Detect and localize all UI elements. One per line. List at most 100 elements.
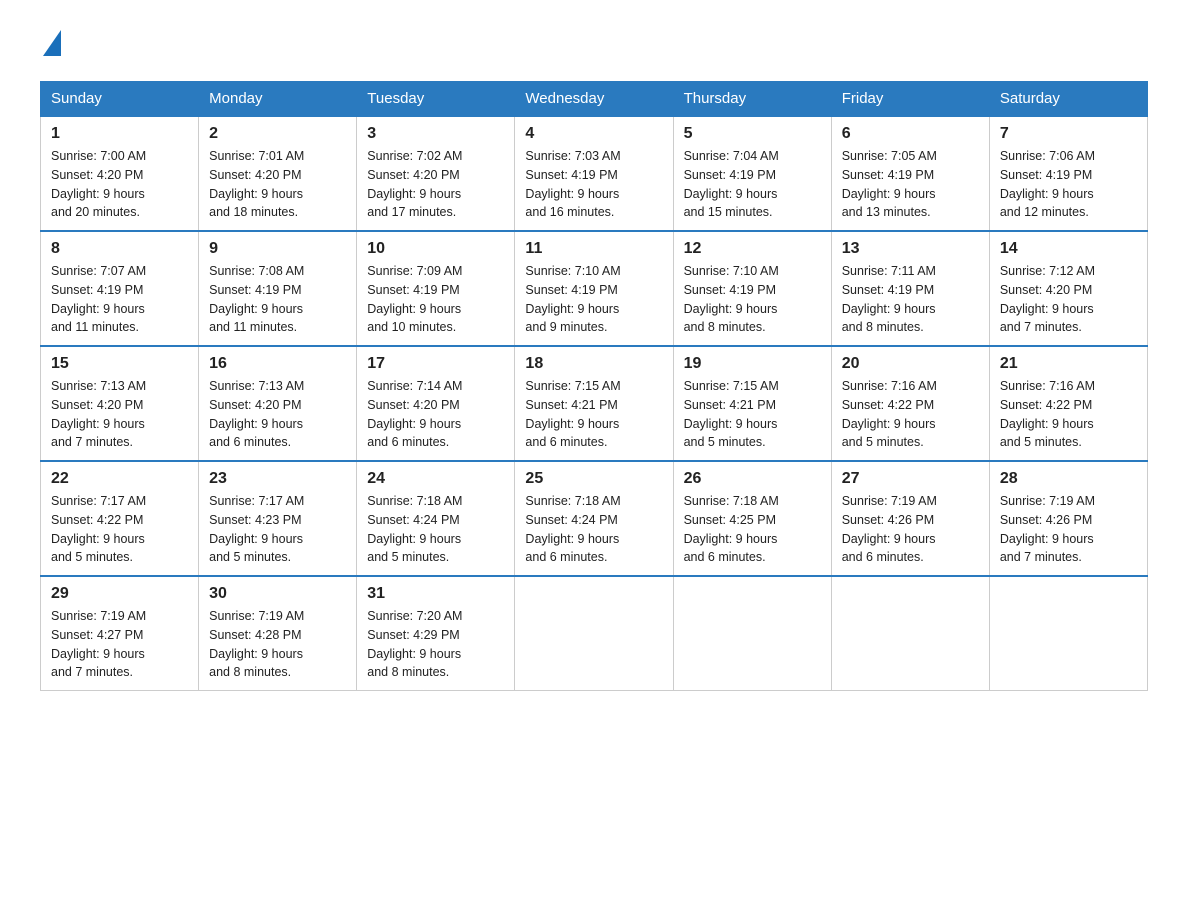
calendar-day-cell: 12 Sunrise: 7:10 AM Sunset: 4:19 PM Dayl… <box>673 231 831 346</box>
calendar-day-cell: 31 Sunrise: 7:20 AM Sunset: 4:29 PM Dayl… <box>357 576 515 691</box>
day-number: 5 <box>684 125 821 143</box>
day-number: 19 <box>684 355 821 373</box>
calendar-day-cell: 14 Sunrise: 7:12 AM Sunset: 4:20 PM Dayl… <box>989 231 1147 346</box>
calendar-day-cell: 24 Sunrise: 7:18 AM Sunset: 4:24 PM Dayl… <box>357 461 515 576</box>
header-row: Sunday Monday Tuesday Wednesday Thursday… <box>41 82 1148 117</box>
day-info: Sunrise: 7:04 AM Sunset: 4:19 PM Dayligh… <box>684 147 821 222</box>
day-number: 2 <box>209 125 346 143</box>
day-info: Sunrise: 7:13 AM Sunset: 4:20 PM Dayligh… <box>51 377 188 452</box>
calendar-day-cell: 8 Sunrise: 7:07 AM Sunset: 4:19 PM Dayli… <box>41 231 199 346</box>
day-info: Sunrise: 7:06 AM Sunset: 4:19 PM Dayligh… <box>1000 147 1137 222</box>
col-friday: Friday <box>831 82 989 117</box>
day-number: 26 <box>684 470 821 488</box>
day-info: Sunrise: 7:15 AM Sunset: 4:21 PM Dayligh… <box>684 377 821 452</box>
calendar-table: Sunday Monday Tuesday Wednesday Thursday… <box>40 81 1148 691</box>
day-number: 14 <box>1000 240 1137 258</box>
day-number: 9 <box>209 240 346 258</box>
calendar-day-cell: 17 Sunrise: 7:14 AM Sunset: 4:20 PM Dayl… <box>357 346 515 461</box>
day-info: Sunrise: 7:10 AM Sunset: 4:19 PM Dayligh… <box>525 262 662 337</box>
day-info: Sunrise: 7:00 AM Sunset: 4:20 PM Dayligh… <box>51 147 188 222</box>
day-number: 8 <box>51 240 188 258</box>
calendar-day-cell: 13 Sunrise: 7:11 AM Sunset: 4:19 PM Dayl… <box>831 231 989 346</box>
day-number: 4 <box>525 125 662 143</box>
day-info: Sunrise: 7:01 AM Sunset: 4:20 PM Dayligh… <box>209 147 346 222</box>
day-info: Sunrise: 7:20 AM Sunset: 4:29 PM Dayligh… <box>367 607 504 682</box>
day-info: Sunrise: 7:19 AM Sunset: 4:26 PM Dayligh… <box>842 492 979 567</box>
day-info: Sunrise: 7:17 AM Sunset: 4:22 PM Dayligh… <box>51 492 188 567</box>
day-number: 21 <box>1000 355 1137 373</box>
day-number: 10 <box>367 240 504 258</box>
page-header <box>40 30 1148 61</box>
day-info: Sunrise: 7:08 AM Sunset: 4:19 PM Dayligh… <box>209 262 346 337</box>
day-number: 6 <box>842 125 979 143</box>
day-info: Sunrise: 7:18 AM Sunset: 4:24 PM Dayligh… <box>367 492 504 567</box>
day-info: Sunrise: 7:18 AM Sunset: 4:24 PM Dayligh… <box>525 492 662 567</box>
calendar-day-cell: 7 Sunrise: 7:06 AM Sunset: 4:19 PM Dayli… <box>989 116 1147 231</box>
calendar-day-cell <box>831 576 989 691</box>
day-number: 17 <box>367 355 504 373</box>
day-info: Sunrise: 7:19 AM Sunset: 4:27 PM Dayligh… <box>51 607 188 682</box>
day-info: Sunrise: 7:18 AM Sunset: 4:25 PM Dayligh… <box>684 492 821 567</box>
col-wednesday: Wednesday <box>515 82 673 117</box>
day-info: Sunrise: 7:16 AM Sunset: 4:22 PM Dayligh… <box>842 377 979 452</box>
day-number: 12 <box>684 240 821 258</box>
day-number: 11 <box>525 240 662 258</box>
calendar-day-cell: 25 Sunrise: 7:18 AM Sunset: 4:24 PM Dayl… <box>515 461 673 576</box>
day-number: 18 <box>525 355 662 373</box>
day-number: 7 <box>1000 125 1137 143</box>
calendar-week-row: 8 Sunrise: 7:07 AM Sunset: 4:19 PM Dayli… <box>41 231 1148 346</box>
calendar-day-cell: 20 Sunrise: 7:16 AM Sunset: 4:22 PM Dayl… <box>831 346 989 461</box>
calendar-day-cell: 9 Sunrise: 7:08 AM Sunset: 4:19 PM Dayli… <box>199 231 357 346</box>
calendar-day-cell: 11 Sunrise: 7:10 AM Sunset: 4:19 PM Dayl… <box>515 231 673 346</box>
calendar-day-cell <box>989 576 1147 691</box>
col-tuesday: Tuesday <box>357 82 515 117</box>
calendar-day-cell: 23 Sunrise: 7:17 AM Sunset: 4:23 PM Dayl… <box>199 461 357 576</box>
day-info: Sunrise: 7:14 AM Sunset: 4:20 PM Dayligh… <box>367 377 504 452</box>
day-info: Sunrise: 7:19 AM Sunset: 4:28 PM Dayligh… <box>209 607 346 682</box>
day-info: Sunrise: 7:02 AM Sunset: 4:20 PM Dayligh… <box>367 147 504 222</box>
day-number: 29 <box>51 585 188 603</box>
day-info: Sunrise: 7:10 AM Sunset: 4:19 PM Dayligh… <box>684 262 821 337</box>
day-number: 1 <box>51 125 188 143</box>
day-number: 28 <box>1000 470 1137 488</box>
day-info: Sunrise: 7:16 AM Sunset: 4:22 PM Dayligh… <box>1000 377 1137 452</box>
calendar-day-cell: 26 Sunrise: 7:18 AM Sunset: 4:25 PM Dayl… <box>673 461 831 576</box>
calendar-day-cell: 6 Sunrise: 7:05 AM Sunset: 4:19 PM Dayli… <box>831 116 989 231</box>
col-sunday: Sunday <box>41 82 199 117</box>
calendar-header: Sunday Monday Tuesday Wednesday Thursday… <box>41 82 1148 117</box>
calendar-day-cell: 27 Sunrise: 7:19 AM Sunset: 4:26 PM Dayl… <box>831 461 989 576</box>
calendar-day-cell: 1 Sunrise: 7:00 AM Sunset: 4:20 PM Dayli… <box>41 116 199 231</box>
calendar-day-cell: 10 Sunrise: 7:09 AM Sunset: 4:19 PM Dayl… <box>357 231 515 346</box>
day-number: 3 <box>367 125 504 143</box>
day-info: Sunrise: 7:15 AM Sunset: 4:21 PM Dayligh… <box>525 377 662 452</box>
calendar-day-cell: 18 Sunrise: 7:15 AM Sunset: 4:21 PM Dayl… <box>515 346 673 461</box>
calendar-day-cell <box>515 576 673 691</box>
col-saturday: Saturday <box>989 82 1147 117</box>
logo <box>40 30 61 61</box>
calendar-day-cell <box>673 576 831 691</box>
day-info: Sunrise: 7:17 AM Sunset: 4:23 PM Dayligh… <box>209 492 346 567</box>
calendar-day-cell: 19 Sunrise: 7:15 AM Sunset: 4:21 PM Dayl… <box>673 346 831 461</box>
day-info: Sunrise: 7:19 AM Sunset: 4:26 PM Dayligh… <box>1000 492 1137 567</box>
day-number: 13 <box>842 240 979 258</box>
calendar-day-cell: 4 Sunrise: 7:03 AM Sunset: 4:19 PM Dayli… <box>515 116 673 231</box>
day-number: 16 <box>209 355 346 373</box>
calendar-day-cell: 3 Sunrise: 7:02 AM Sunset: 4:20 PM Dayli… <box>357 116 515 231</box>
calendar-day-cell: 30 Sunrise: 7:19 AM Sunset: 4:28 PM Dayl… <box>199 576 357 691</box>
col-monday: Monday <box>199 82 357 117</box>
calendar-week-row: 1 Sunrise: 7:00 AM Sunset: 4:20 PM Dayli… <box>41 116 1148 231</box>
calendar-day-cell: 22 Sunrise: 7:17 AM Sunset: 4:22 PM Dayl… <box>41 461 199 576</box>
logo-triangle-icon <box>43 30 61 56</box>
day-info: Sunrise: 7:13 AM Sunset: 4:20 PM Dayligh… <box>209 377 346 452</box>
calendar-day-cell: 21 Sunrise: 7:16 AM Sunset: 4:22 PM Dayl… <box>989 346 1147 461</box>
day-number: 23 <box>209 470 346 488</box>
calendar-day-cell: 29 Sunrise: 7:19 AM Sunset: 4:27 PM Dayl… <box>41 576 199 691</box>
calendar-week-row: 22 Sunrise: 7:17 AM Sunset: 4:22 PM Dayl… <box>41 461 1148 576</box>
day-info: Sunrise: 7:12 AM Sunset: 4:20 PM Dayligh… <box>1000 262 1137 337</box>
day-number: 25 <box>525 470 662 488</box>
day-info: Sunrise: 7:05 AM Sunset: 4:19 PM Dayligh… <box>842 147 979 222</box>
day-number: 22 <box>51 470 188 488</box>
day-number: 24 <box>367 470 504 488</box>
calendar-week-row: 15 Sunrise: 7:13 AM Sunset: 4:20 PM Dayl… <box>41 346 1148 461</box>
col-thursday: Thursday <box>673 82 831 117</box>
